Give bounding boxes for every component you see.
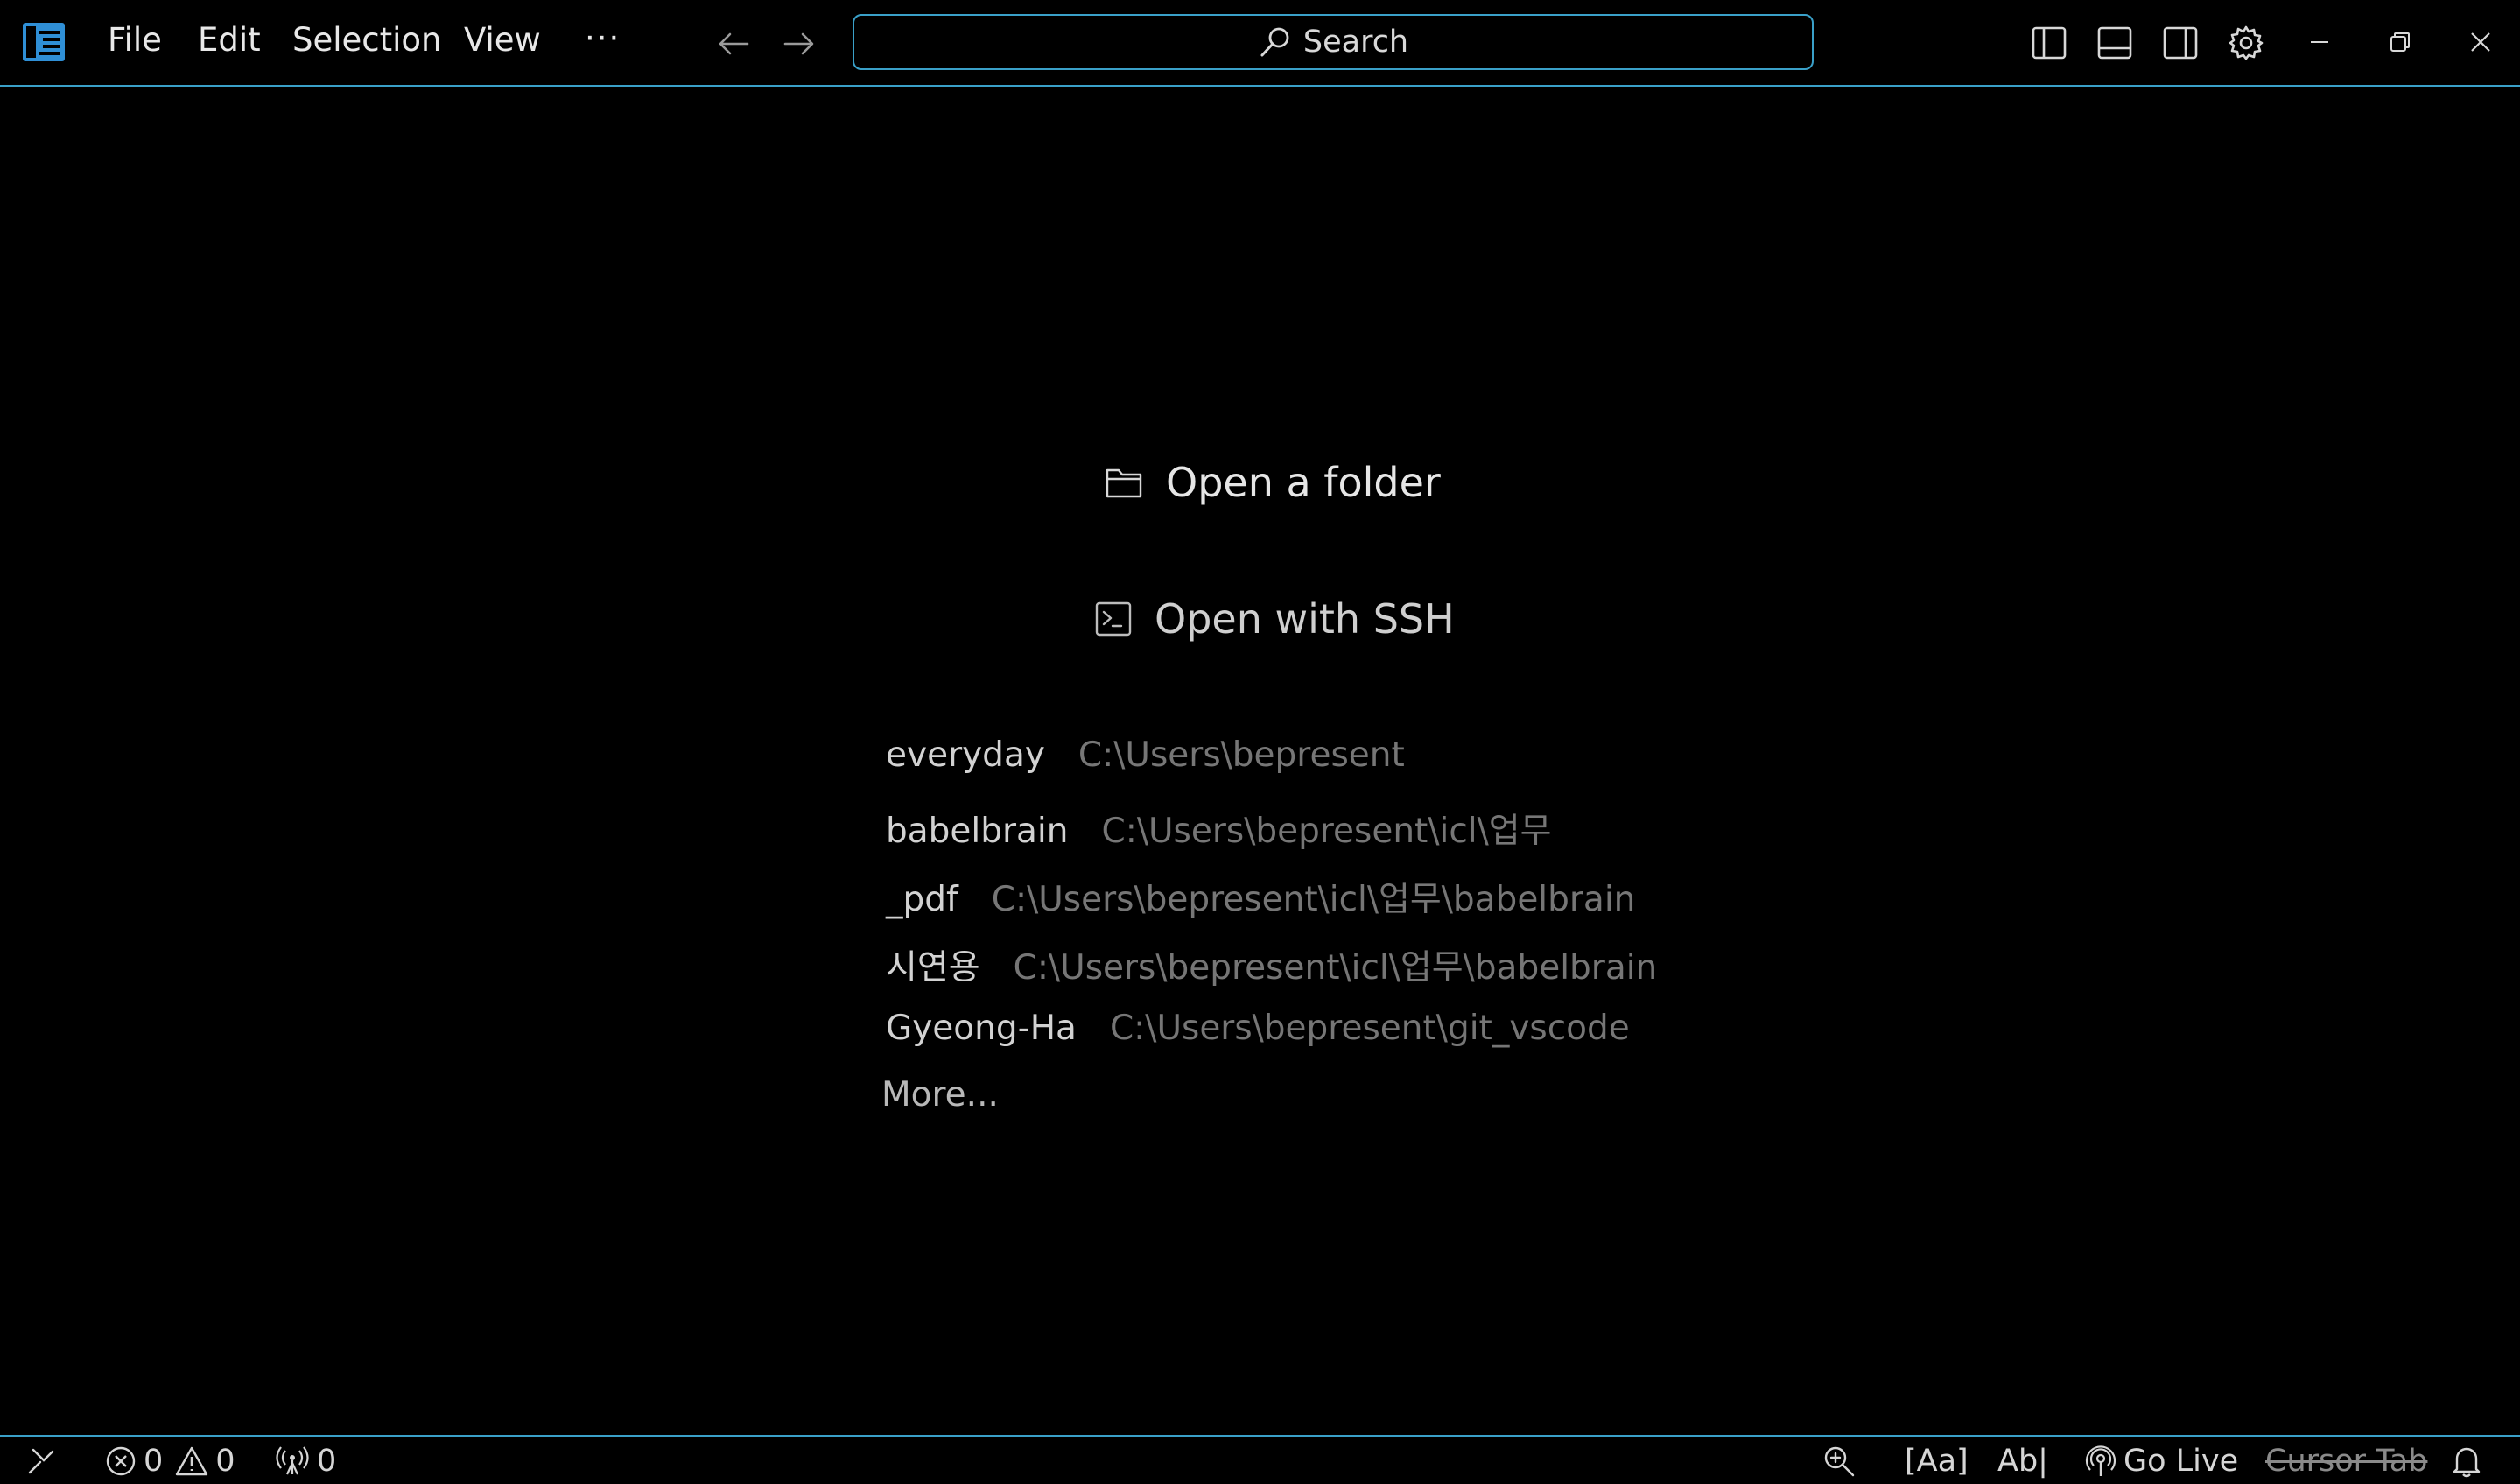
recent-path: C:\Users\bepresent\icl\업무 [1101,812,1552,851]
toggle-primary-sidebar-icon[interactable] [2031,25,2067,61]
warning-icon [176,1446,208,1476]
warning-count: 0 [215,1444,235,1479]
status-bar: 0 0 0 [Aa] Ab| Go Live Cursor Tab [0,1435,2520,1484]
menu-view[interactable]: View [464,21,541,59]
bell-icon [2453,1447,2481,1478]
recent-path: C:\Users\bepresent\icl\업무\babelbrain [1013,948,1658,988]
go-live-label: Go Live [2123,1444,2239,1479]
recent-item[interactable]: 시연용 C:\Users\bepresent\icl\업무\babelbrain [886,940,1657,989]
title-bar: File Edit Selection View ··· Search [0,0,2520,87]
recent-item[interactable]: _pdf C:\Users\bepresent\icl\업무\babelbrain [886,872,1635,921]
toggle-secondary-sidebar-icon[interactable] [2162,25,2199,61]
recent-name: 시연용 [886,948,980,988]
recent-item[interactable]: everyday C:\Users\bepresent [886,735,1405,775]
recent-name: _pdf [886,880,958,919]
recent-name: everyday [886,735,1045,775]
forward-arrow-icon[interactable] [782,26,817,61]
error-count: 0 [144,1444,164,1479]
error-icon [106,1446,136,1476]
recent-name: Gyeong-Ha [886,1009,1077,1048]
search-box[interactable]: Search [853,14,1814,70]
restore-icon[interactable] [2384,26,2416,58]
recent-item[interactable]: Gyeong-Ha C:\Users\bepresent\git_vscode [886,1009,1630,1048]
notifications-button[interactable] [2451,1444,2482,1479]
open-ssh-label: Open with SSH [1155,595,1455,643]
menu-more-button[interactable]: ··· [585,19,621,57]
minimize-icon[interactable] [2304,26,2335,58]
go-live-icon [2085,1445,2116,1476]
gear-icon[interactable] [2228,25,2264,61]
recent-name: babelbrain [886,812,1069,851]
zoom-button[interactable] [1822,1444,1856,1479]
menu-file[interactable]: File [108,21,162,59]
open-folder-label: Open a folder [1166,459,1441,506]
problems-indicator[interactable]: 0 0 [105,1444,235,1479]
recent-path: C:\Users\bepresent\icl\업무\babelbrain [991,880,1636,919]
menu-edit[interactable]: Edit [198,21,261,59]
remote-icon [28,1448,54,1474]
folder-icon [1106,468,1142,498]
search-label: Search [1302,25,1409,60]
match-word-toggle[interactable]: Ab| [1997,1444,2048,1479]
cursor-tab-status[interactable]: Cursor Tab [2265,1444,2427,1479]
ports-indicator[interactable]: 0 [275,1444,336,1479]
zoom-in-icon [1824,1446,1855,1477]
ports-count: 0 [317,1444,337,1479]
recent-item[interactable]: babelbrain C:\Users\bepresent\icl\업무 [886,804,1552,853]
terminal-icon [1095,601,1132,637]
open-ssh-button[interactable]: Open with SSH [1095,595,1455,643]
more-recent-link[interactable]: More... [881,1075,999,1115]
recent-path: C:\Users\bepresent [1077,735,1405,775]
recent-path: C:\Users\bepresent\git_vscode [1109,1009,1630,1048]
match-case-toggle[interactable]: [Aa] [1905,1444,1969,1479]
app-logo-icon[interactable] [23,23,65,61]
go-live-button[interactable]: Go Live [2085,1444,2238,1479]
toggle-panel-icon[interactable] [2096,25,2133,61]
search-icon [1260,27,1289,57]
open-folder-button[interactable]: Open a folder [1105,459,1441,506]
menu-selection[interactable]: Selection [292,21,442,59]
broadcast-icon [276,1446,309,1475]
back-arrow-icon[interactable] [716,26,751,61]
close-icon[interactable] [2465,26,2496,58]
remote-indicator[interactable] [26,1444,56,1479]
